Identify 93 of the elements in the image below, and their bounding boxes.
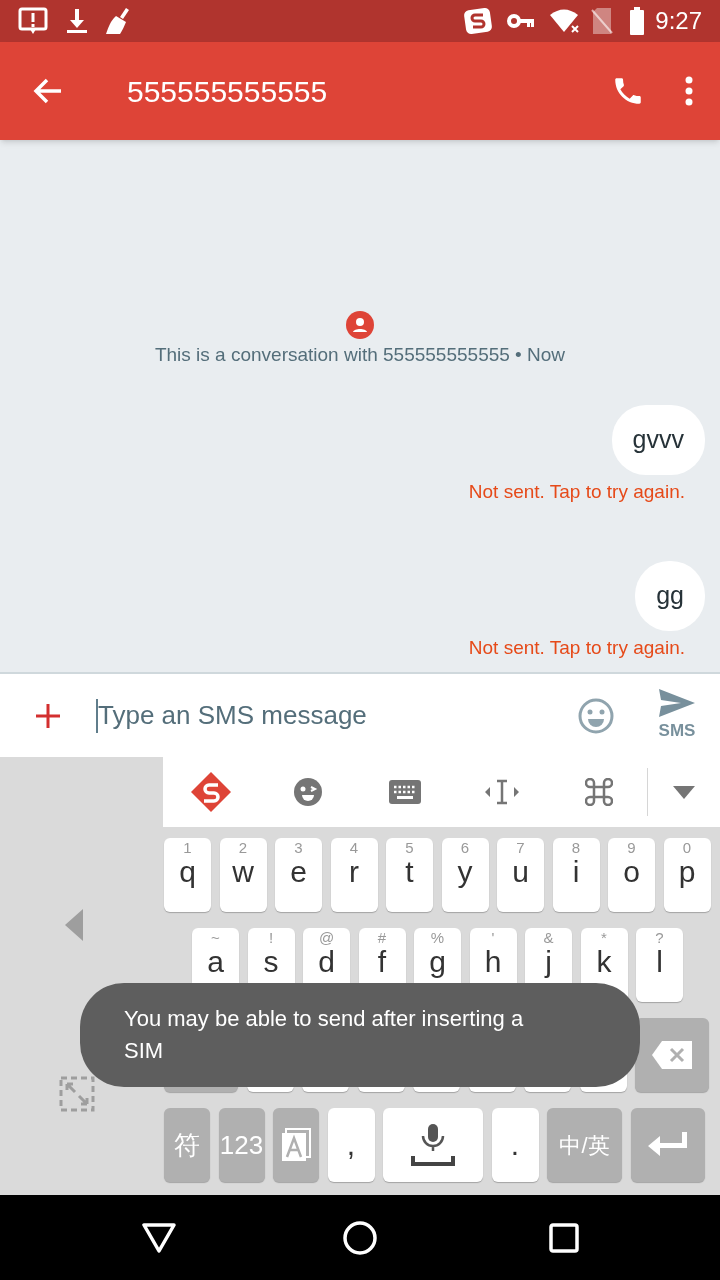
key-hint: 6: [460, 840, 470, 856]
alert-icon: [18, 7, 48, 35]
more-icon: [685, 76, 693, 106]
key-hint: &: [543, 930, 554, 946]
plus-icon: [35, 702, 61, 729]
key-label: t: [405, 856, 414, 888]
smiley-icon: [578, 697, 614, 734]
send-icon: [658, 687, 696, 718]
key-label: r: [349, 856, 359, 888]
key-label: ,: [346, 1129, 356, 1161]
key-label: k: [596, 946, 612, 978]
key-label: j: [545, 946, 552, 978]
key-label: y: [457, 856, 473, 888]
down-triangle-icon: [673, 785, 695, 799]
keyboard-key[interactable]: 0 p: [663, 838, 711, 912]
backspace-icon: [652, 1041, 692, 1069]
key-label: o: [623, 856, 640, 888]
key-hint: ?: [655, 930, 664, 946]
square-icon: [549, 1222, 579, 1253]
key-label: w: [232, 856, 254, 888]
keyboard-key[interactable]: 7 u: [497, 838, 544, 912]
left-triangle-icon: [64, 909, 83, 941]
keyboard-key[interactable]: [635, 1018, 709, 1092]
keyboard-key[interactable]: 9 o: [608, 838, 655, 912]
back-triangle-icon: [142, 1222, 176, 1253]
key-label: 123: [219, 1128, 264, 1162]
text-cursor-icon: [484, 779, 519, 805]
key-hint: *: [601, 930, 607, 946]
expand-icon: [58, 1076, 95, 1112]
key-hint: ~: [211, 930, 220, 946]
conversation-title: 555555555555: [127, 73, 329, 110]
no-sim-icon: [591, 7, 614, 35]
toast-message: You may be able to send after inserting a SIM: [124, 1005, 525, 1065]
contact-avatar-icon: [346, 311, 374, 339]
key-label: s: [263, 946, 279, 978]
keyboard-key[interactable]: 4 r: [330, 838, 378, 912]
keyboard-key[interactable]: 1 q: [164, 838, 211, 912]
keyboard-key[interactable]: ,: [327, 1108, 375, 1182]
key-label: p: [678, 856, 696, 888]
keyboard-key[interactable]: 2 w: [219, 838, 267, 912]
keyboard-key[interactable]: 6 y: [441, 838, 489, 912]
keyboard-key[interactable]: ? l: [636, 928, 683, 1002]
keyboard-key[interactable]: .: [491, 1108, 539, 1182]
key-label: i: [572, 856, 580, 888]
key-hint: 2: [238, 840, 248, 856]
key-label: f: [377, 946, 387, 978]
mic-space-icon: [411, 1124, 455, 1166]
keyboard-key[interactable]: 5 t: [386, 838, 433, 912]
key-label: a: [207, 946, 224, 978]
key-label: .: [510, 1129, 520, 1161]
download-icon: [66, 8, 88, 34]
key-hint: 5: [405, 840, 414, 856]
key-label: 中/英: [559, 1131, 610, 1160]
conversation-info: This is a conversation with 555555555555 • Now: [154, 343, 566, 367]
keyboard-key[interactable]: 3 e: [275, 838, 322, 912]
key-hint: 0: [682, 840, 692, 856]
keyboard-key[interactable]: [383, 1108, 483, 1182]
clock-time: 9:27: [655, 6, 702, 36]
keyboard-icon: [388, 780, 421, 804]
key-label: 符: [174, 1128, 200, 1162]
font-a-icon: [281, 1128, 311, 1162]
key-label: h: [484, 946, 502, 978]
s-badge-icon: [463, 6, 494, 36]
key-hint: 3: [294, 840, 303, 856]
key-hint: !: [268, 930, 274, 946]
key-label: g: [429, 946, 446, 978]
message-bubble: gg: [635, 561, 705, 631]
key-label: e: [290, 856, 307, 888]
key-hint: 4: [349, 840, 359, 856]
wifi-off-icon: [549, 8, 582, 34]
key-hint: 1: [183, 840, 192, 856]
message-bubble: gvvv: [611, 404, 705, 475]
key-hint: 8: [571, 840, 581, 856]
wink-face-icon: [292, 777, 323, 807]
key-icon: [507, 13, 536, 29]
home-circle-icon: [343, 1220, 377, 1255]
key-hint: 7: [516, 840, 525, 856]
battery-icon: [629, 7, 646, 35]
key-label: u: [512, 856, 529, 888]
key-hint: ': [491, 930, 495, 946]
key-label: q: [179, 856, 196, 888]
key-label: d: [318, 946, 335, 978]
enter-icon: [647, 1132, 688, 1158]
key-label: l: [656, 946, 663, 978]
command-icon: [584, 778, 613, 806]
message-input-field[interactable]: Type an SMS message: [98, 674, 571, 757]
s-diamond-icon: [190, 771, 232, 813]
key-hint: %: [430, 930, 445, 946]
key-hint: @: [318, 930, 335, 946]
key-hint: #: [377, 930, 387, 946]
keyboard-key[interactable]: 8 i: [552, 838, 600, 912]
key-hint: 9: [627, 840, 636, 856]
back-arrow-icon: [33, 77, 63, 105]
